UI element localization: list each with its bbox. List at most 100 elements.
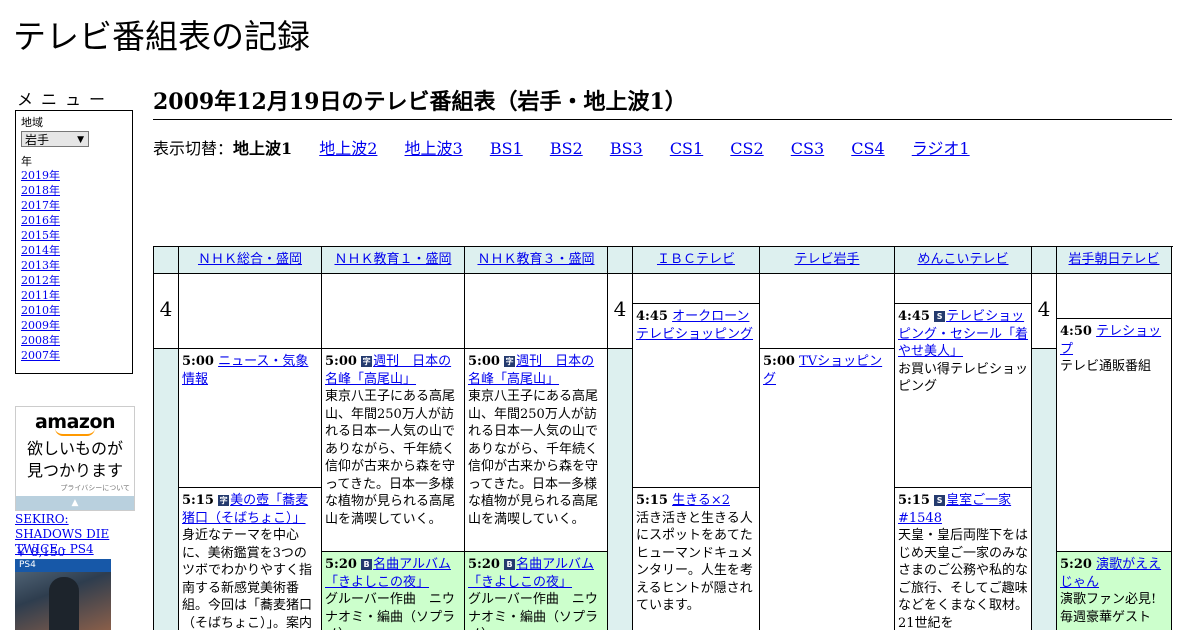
region-select[interactable]: 岩手 ▼ [21, 131, 89, 147]
hour-cell: 4 [154, 274, 178, 349]
channel-link[interactable]: ＩＢＣテレビ [657, 252, 735, 267]
program-time: 4:50 [1060, 324, 1092, 339]
menu-heading: メニュー [17, 90, 114, 109]
switch-link-cs2[interactable]: CS2 [730, 139, 763, 158]
switch-label: 表示切替： [153, 139, 234, 158]
channel-column: ＮＨＫ教育３・盛岡 5:00 字週刊 日本の名峰「高尾山」 東京八王子にある高尾… [465, 247, 608, 630]
channel-link[interactable]: 岩手朝日テレビ [1068, 252, 1159, 267]
hour-header [154, 247, 178, 274]
program-cell: 5:00 字週刊 日本の名峰「高尾山」 東京八王子にある高尾山、年間250万人が… [465, 349, 607, 552]
year-link[interactable]: 2009年 [21, 319, 60, 332]
program-description: 東京八王子にある高尾山、年間250万人が訪れる日本一人気の山でありながら、千年続… [325, 389, 456, 527]
subtitle-badge-icon: 字 [504, 356, 516, 367]
channel-column: ＩＢＣテレビ 4:45 オークローンテレビショッピング 5:15 生きる×2 活… [633, 247, 760, 630]
year-link[interactable]: 2010年 [21, 304, 60, 317]
region-label: 地域 [21, 116, 43, 129]
channel-link[interactable]: テレビ岩手 [794, 252, 859, 267]
program-time: 5:15 [898, 493, 930, 508]
ad-privacy-link[interactable]: プライバシーについて [60, 483, 130, 493]
channel-header: テレビ岩手 [760, 247, 894, 274]
hour-column: 4 [608, 247, 633, 630]
year-link[interactable]: 2011年 [21, 289, 60, 302]
channel-header: ＮＨＫ教育１・盛岡 [322, 247, 464, 274]
year-link[interactable]: 2012年 [21, 274, 60, 287]
product-price: ￥ 8,150 [15, 545, 66, 559]
channel-header: めんこいテレビ [895, 247, 1031, 274]
channel-header: ＩＢＣテレビ [633, 247, 759, 274]
program-empty [179, 274, 321, 349]
channel-link[interactable]: めんこいテレビ [917, 252, 1008, 267]
amazon-ad[interactable]: amazon 欲しいものが 見つかります プライバシーについて ▲ [15, 406, 135, 511]
program-empty [465, 274, 607, 349]
year-link[interactable]: 2015年 [21, 229, 60, 242]
program-description: お買い得テレビショッピング [898, 361, 1029, 395]
channel-link[interactable]: ＮＨＫ総合・盛岡 [198, 252, 302, 267]
program-cell: 4:50 テレショップ テレビ通販番組 [1057, 319, 1171, 552]
stereo-badge-icon: S [934, 495, 946, 506]
product-image[interactable]: PS4 [15, 559, 111, 630]
channel-column: めんこいテレビ 4:45 S テレビショッピング・セシール「着やせ美人」 お買い得… [895, 247, 1032, 630]
channel-link[interactable]: ＮＨＫ教育３・盛岡 [477, 252, 594, 267]
switch-link-cs1[interactable]: CS1 [670, 139, 703, 158]
switch-link-bs2[interactable]: BS2 [550, 139, 583, 158]
program-cell: 5:15 生きる×2 活き活きと生きる人にスポットをあてたヒューマンドキュメンタ… [633, 488, 759, 630]
year-link[interactable]: 2017年 [21, 199, 60, 212]
year-link[interactable]: 2018年 [21, 184, 60, 197]
program-empty [895, 274, 1031, 304]
year-link[interactable]: 2019年 [21, 169, 60, 182]
channel-header: 岩手朝日テレビ [1057, 247, 1171, 274]
program-time: 4:45 [636, 309, 668, 324]
program-time: 5:15 [182, 493, 214, 508]
program-description: グルーバー作曲 ニウナオミ・編曲（ソプラノ） [468, 592, 599, 630]
program-cell: 5:20 演歌がええじゃん 演歌ファン必見! 毎週豪華ゲスト [1057, 552, 1171, 630]
switch-link-radio1[interactable]: ラジオ1 [912, 139, 970, 158]
switch-link-terrestrial2[interactable]: 地上波2 [319, 139, 377, 158]
program-empty [760, 274, 894, 349]
hour-cell: 4 [608, 274, 632, 349]
year-list: 2019年 2018年 2017年 2016年 2015年 2014年 2013… [21, 168, 132, 363]
program-cell: 5:20 B 名曲アルバム「きよしこの夜」 グルーバー作曲 ニウナオミ・編曲（ソプ… [465, 552, 607, 630]
channel-link[interactable]: ＮＨＫ教育１・盛岡 [334, 252, 451, 267]
switch-current: 地上波1 [233, 139, 293, 158]
program-description: 天皇・皇后両陛下をはじめ天皇ご一家のみなさまのご公務や私的なご旅行、そしてご趣味… [898, 528, 1029, 630]
amazon-logo: amazon [34, 411, 116, 433]
hour-header [1032, 247, 1056, 274]
program-description: 演歌ファン必見! 毎週豪華ゲスト [1060, 592, 1157, 625]
program-title-link[interactable]: 生きる×2 [672, 493, 730, 508]
hour-header [608, 247, 632, 274]
program-description: 東京八王子にある高尾山、年間250万人が訪れる日本一人気の山でありながら、千年続… [468, 389, 599, 527]
switch-link-cs4[interactable]: CS4 [851, 139, 884, 158]
channel-column: ＮＨＫ教育１・盛岡 5:00 字週刊 日本の名峰「高尾山」 東京八王子にある高尾… [322, 247, 465, 630]
channel-header: ＮＨＫ総合・盛岡 [179, 247, 321, 274]
program-empty [322, 274, 464, 349]
year-link[interactable]: 2007年 [21, 349, 60, 362]
region-select-value: 岩手 [25, 133, 50, 147]
program-time: 4:45 [898, 309, 930, 324]
menu-box: 地域 岩手 ▼ 年 2019年 2018年 2017年 2016年 2015年 … [15, 110, 133, 374]
switch-link-bs1[interactable]: BS1 [490, 139, 523, 158]
switch-link-terrestrial3[interactable]: 地上波3 [405, 139, 463, 158]
year-link[interactable]: 2008年 [21, 334, 60, 347]
year-link[interactable]: 2014年 [21, 244, 60, 257]
program-description: グルーバー作曲 ニウナオミ・編曲（ソプラノ） [325, 592, 456, 630]
switch-link-cs3[interactable]: CS3 [791, 139, 824, 158]
chevron-down-icon: ▼ [77, 135, 84, 145]
subtitle-badge-icon: 字 [361, 356, 373, 367]
program-description: 活き活きと生きる人にスポットをあてたヒューマンドキュメンタリー。人生を考えるヒン… [636, 510, 754, 614]
program-time: 5:20 [1060, 557, 1092, 572]
triangle-up-icon: ▲ [71, 498, 79, 508]
year-label: 年 [21, 155, 32, 168]
year-link[interactable]: 2013年 [21, 259, 60, 272]
year-link[interactable]: 2016年 [21, 214, 60, 227]
program-time: 5:20 [325, 557, 357, 572]
channel-header: ＮＨＫ教育３・盛岡 [465, 247, 607, 274]
switch-link-bs3[interactable]: BS3 [610, 139, 643, 158]
broadcast-switcher: 表示切替：地上波1 地上波2 地上波3 BS1 BS2 BS3 CS1 CS2 … [153, 135, 992, 159]
page-title: 2009年12月19日のテレビ番組表（岩手・地上波1） [153, 84, 1172, 120]
program-description: テレビ通販番組 [1060, 359, 1152, 374]
program-empty [633, 274, 759, 304]
program-time: 5:00 [468, 354, 500, 369]
program-cell: 5:20 B 名曲アルバム「きよしこの夜」 グルーバー作曲 ニウナオミ・編曲（ソプ… [322, 552, 464, 630]
program-cell: 5:15 字美の壺「蕎麦猪口（そばちょこ）」 身近なテーマを中心に、美術鑑賞を3… [179, 488, 321, 630]
program-cell: 4:45 オークローンテレビショッピング [633, 304, 759, 488]
